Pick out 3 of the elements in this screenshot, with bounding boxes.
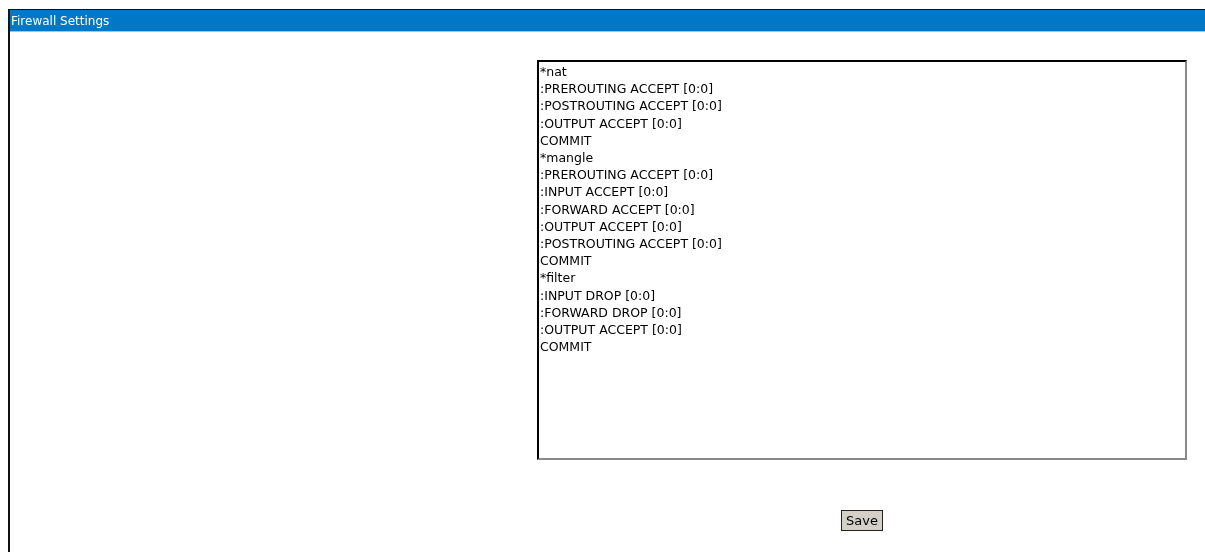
rules-text-area[interactable]: *nat :PREROUTING ACCEPT [0:0] :POSTROUTING ACCEPT [0:0] :OUTPUT ACCEPT [0:0] COMMIT *mangle :PREROUTING ACCEPT [0:0] :INPUT ACCEPT [0:0] :FORWARD ACCEPT [0:0] :OUTPUT ACCEPT [0:0] :POSTROUTING ACCEPT [0:0] COMMIT *filter :INPUT DROP [0:0] :FORWARD DROP [0:0] :OUTPUT ACCEPT [0:0] COMMIT	[537, 60, 1187, 460]
panel-title: Firewall Settings	[10, 10, 1205, 32]
save-button[interactable]: Save	[841, 510, 883, 531]
